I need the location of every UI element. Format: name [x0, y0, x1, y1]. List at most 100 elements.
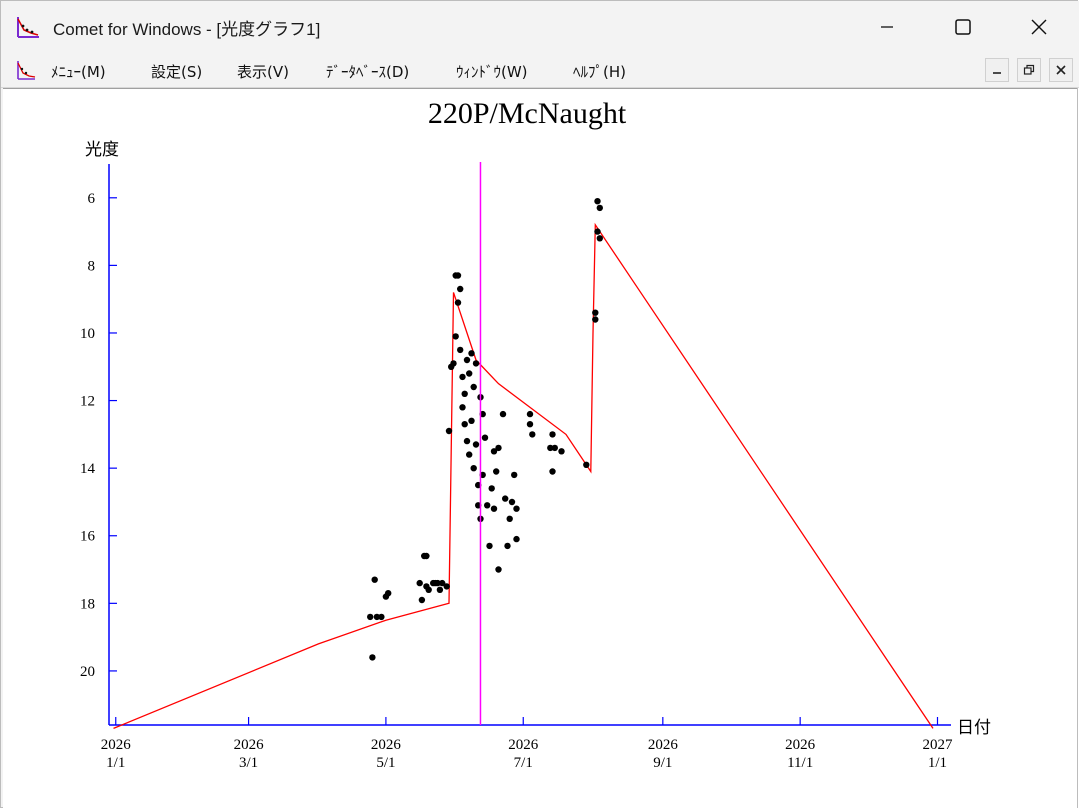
observation-point — [549, 468, 556, 475]
maximize-button[interactable] — [925, 1, 1001, 53]
observation-point — [484, 502, 491, 509]
x-tick-label-year: 2026 — [234, 737, 265, 753]
observation-point — [418, 596, 426, 604]
x-tick-label-date: 7/1 — [514, 755, 533, 771]
observation-point — [459, 404, 466, 411]
observation-point — [468, 417, 475, 424]
maximize-icon — [955, 19, 971, 35]
observation-point — [596, 235, 603, 242]
x-tick-label-date: 1/1 — [928, 755, 947, 771]
observation-point — [499, 410, 507, 418]
observation-point — [461, 421, 468, 428]
observation-point — [493, 468, 500, 475]
observation-point — [385, 590, 392, 597]
observation-point — [470, 383, 477, 391]
x-tick-label-date: 3/1 — [239, 755, 258, 771]
observation-point — [470, 465, 477, 472]
observation-point — [526, 421, 534, 428]
observation-point — [459, 373, 466, 381]
mdi-restore-button[interactable] — [1017, 58, 1041, 82]
y-tick-label: 20 — [80, 664, 95, 680]
x-tick-label-date: 5/1 — [376, 755, 395, 771]
menu-help[interactable]: ﾍﾙﾌﾟ(H) — [573, 61, 626, 82]
chart-view: 220P/McNaught 光度 日付 6 8 10 12 14 16 18 20 2026 1/… — [3, 88, 1077, 808]
x-tick-label-date: 1/1 — [106, 755, 125, 771]
observation-point — [511, 471, 518, 479]
ticks: 6 8 10 12 14 16 18 20 2026 1/1 2026 3/1 2026 5/1 2026 7… — [80, 191, 953, 771]
close-button[interactable] — [1001, 1, 1077, 53]
observation-point — [466, 451, 473, 458]
observation-point — [526, 410, 534, 418]
observation-point — [367, 613, 374, 621]
mdi-minimize-button[interactable] — [985, 58, 1009, 82]
x-tick-label-date: 9/1 — [653, 755, 672, 771]
observation-point — [495, 444, 502, 452]
menu-settings[interactable]: 設定(S) — [151, 61, 202, 82]
observation-point — [425, 586, 432, 593]
x-tick-label-year: 2026 — [371, 737, 402, 753]
observation-point — [486, 542, 493, 550]
x-tick-label-year: 2026 — [785, 737, 816, 753]
observation-point — [463, 356, 471, 364]
x-axis-label: 日付 — [957, 718, 991, 738]
x-tick-label-year: 2026 — [508, 737, 539, 753]
observation-point — [423, 552, 430, 560]
observation-point — [452, 333, 459, 340]
axes — [108, 164, 951, 726]
model-line — [113, 222, 934, 730]
observation-points — [367, 198, 603, 661]
observation-point — [454, 299, 462, 306]
observation-point — [436, 586, 444, 593]
menu-menu[interactable]: ﾒﾆｭｰ(M) — [51, 61, 106, 82]
close-icon — [1056, 65, 1066, 75]
menu-view[interactable]: 表示(V) — [237, 61, 289, 82]
observation-point — [495, 566, 502, 573]
x-tick-label-year: 2027 — [922, 737, 953, 753]
observation-point — [371, 576, 378, 583]
x-tick-label-year: 2026 — [101, 737, 132, 753]
light-curve-chart: 220P/McNaught 光度 日付 6 8 10 12 14 16 18 20 2026 1/… — [80, 97, 991, 771]
x-tick-label-year: 2026 — [648, 737, 679, 753]
model-curve — [113, 222, 934, 730]
observation-point — [378, 613, 385, 621]
observation-point — [463, 437, 471, 445]
observation-point — [369, 654, 376, 661]
comet-app-icon — [17, 17, 39, 38]
mdi-close-button[interactable] — [1049, 58, 1073, 82]
observation-point — [596, 204, 603, 212]
observation-point — [416, 579, 423, 587]
observation-point — [592, 316, 599, 323]
document-chart-icon[interactable] — [15, 59, 37, 81]
observation-point — [490, 505, 498, 512]
y-tick-label: 8 — [88, 258, 96, 274]
minimize-button[interactable] — [849, 1, 925, 53]
observation-point — [506, 515, 513, 522]
y-tick-label: 6 — [88, 191, 96, 207]
observation-point — [583, 461, 590, 468]
menu-database[interactable]: ﾃﾞｰﾀﾍﾞｰｽ(D) — [326, 61, 409, 82]
y-tick-label: 18 — [80, 596, 95, 612]
restore-icon — [1023, 64, 1035, 75]
observation-point — [443, 583, 450, 590]
observation-point — [472, 441, 480, 448]
observation-point — [551, 444, 558, 452]
menu-window[interactable]: ｳｨﾝﾄﾞｳ(W) — [456, 61, 528, 82]
observation-point — [529, 431, 536, 438]
window-title: Comet for Windows - [光度グラフ1] — [53, 20, 321, 39]
observation-point — [468, 350, 475, 357]
observation-point — [513, 535, 520, 543]
observation-point — [594, 198, 601, 205]
menu-bar: ﾒﾆｭｰ(M) 設定(S) 表示(V) ﾃﾞｰﾀﾍﾞｰｽ(D) ｳｨﾝﾄﾞｳ(W… — [1, 53, 1079, 88]
chart-title: 220P/McNaught — [428, 97, 627, 130]
observation-point — [558, 448, 565, 455]
minimize-icon — [993, 72, 1001, 74]
observation-point — [457, 285, 464, 293]
observation-point — [445, 427, 453, 435]
observation-point — [454, 272, 462, 279]
title-bar[interactable]: Comet for Windows - [光度グラフ1] — [1, 1, 1079, 53]
y-tick-label: 12 — [80, 394, 95, 410]
close-icon — [1031, 19, 1047, 35]
y-tick-label: 10 — [80, 326, 95, 342]
observation-point — [466, 370, 473, 377]
app-window: Comet for Windows - [光度グラフ1] ﾒﾆｭｰ(M) 設定(… — [0, 0, 1079, 808]
